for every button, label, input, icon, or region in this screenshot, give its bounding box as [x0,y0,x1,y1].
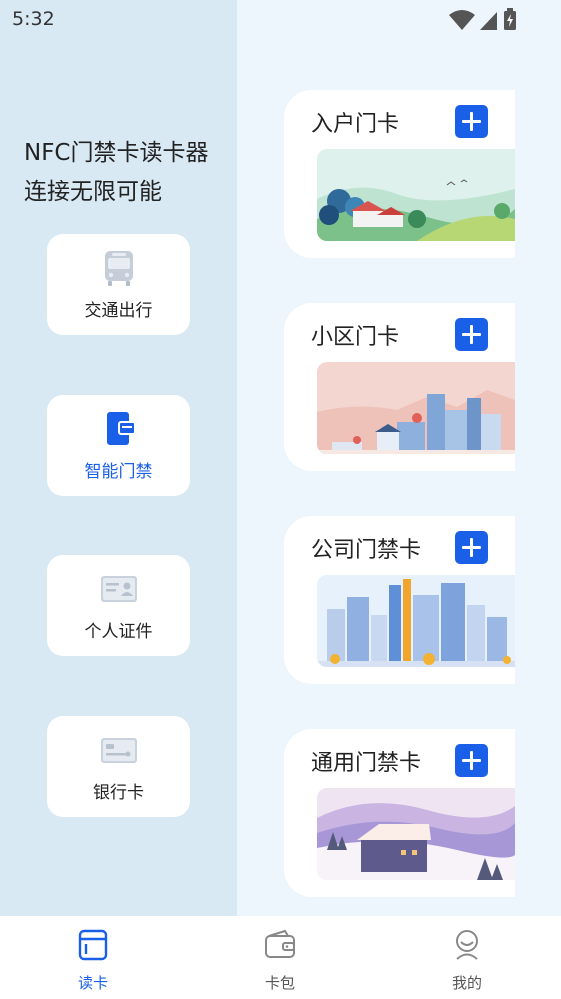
category-smart-access[interactable]: 智能门禁 [47,395,190,496]
nav-label: 读卡 [77,974,108,992]
door-card-icon [106,412,136,445]
category-label: 个人证件 [84,622,153,642]
card-universal-door[interactable]: 通用门禁卡 [284,729,515,897]
category-personal-id[interactable]: 个人证件 [47,555,190,656]
card-title: 通用门禁卡 [311,751,422,776]
nav-label: 我的 [451,974,482,992]
profile-icon [456,930,478,960]
add-button[interactable] [455,318,488,351]
nav-label: 卡包 [264,974,295,992]
wallet-icon [265,929,295,958]
add-button[interactable] [455,105,488,138]
nav-tab-read-card[interactable]: 读卡 [33,916,153,999]
card-company-door[interactable]: 公司门禁卡 [284,516,515,684]
nav-tab-profile[interactable]: 我的 [407,916,527,999]
read-card-icon [78,929,108,961]
add-button[interactable] [455,531,488,564]
category-transport[interactable]: 交通出行 [47,234,190,335]
card-title: 小区门卡 [311,325,400,350]
headline: NFC门禁卡读卡器 连接无限可能 [24,134,209,212]
card-community-door[interactable]: 小区门卡 [284,303,515,471]
status-time: 5:32 [12,8,55,30]
id-card-icon [100,576,137,602]
headline-line-2: 连接无限可能 [24,179,162,205]
bank-card-icon [100,738,137,763]
status-icons [449,8,516,30]
headline-line-1: NFC门禁卡读卡器 [24,140,209,166]
bus-icon [104,251,133,286]
category-label: 交通出行 [84,301,153,321]
bottom-navigation: 读卡 卡包 我的 [0,916,561,999]
add-button[interactable] [455,744,488,777]
wifi-icon [449,10,475,30]
category-bank-card[interactable]: 银行卡 [47,716,190,817]
category-label: 银行卡 [93,783,144,803]
category-label: 智能门禁 [84,462,153,482]
card-title: 公司门禁卡 [311,538,422,563]
green-hills-illustration [317,149,515,241]
pink-city-illustration [317,362,515,454]
card-home-door[interactable]: 入户门卡 [284,90,515,258]
office-towers-illustration [317,575,515,667]
snowy-house-illustration [317,788,515,880]
battery-icon [504,8,516,30]
card-title: 入户门卡 [311,112,400,137]
nav-tab-wallet[interactable]: 卡包 [220,916,340,999]
signal-icon [480,12,497,30]
